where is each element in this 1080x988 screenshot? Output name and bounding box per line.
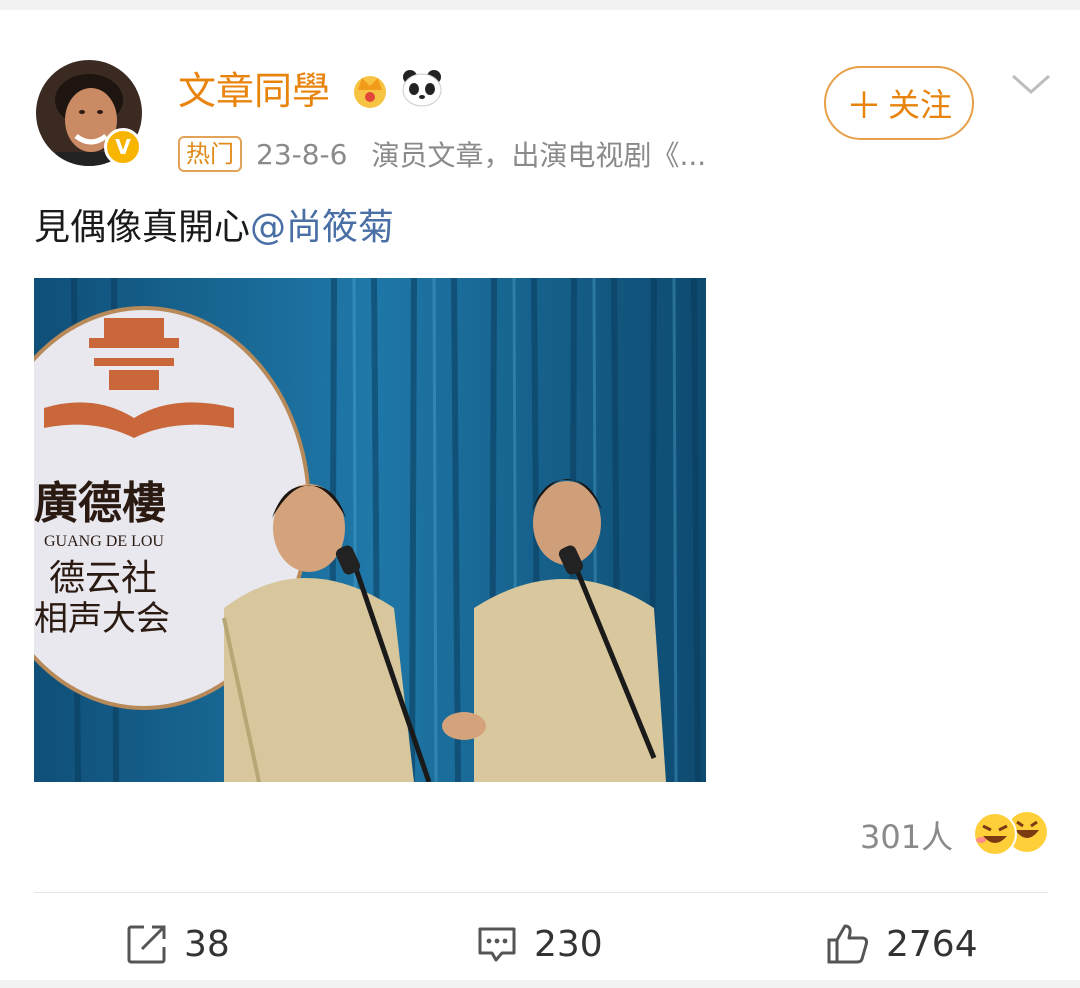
weibo-post-card: V 文章同學 热门 23-8-6 演员文章，出演电视剧《... ＋ 关注 見偶像…: [0, 10, 1080, 980]
comment-icon: [478, 927, 516, 962]
repost-button[interactable]: 38: [126, 916, 230, 972]
post-photo[interactable]: 廣德樓 GUANG DE LOU 德云社 相声大会: [34, 278, 706, 782]
comment-count: 230: [534, 923, 603, 965]
bottom-strip: [0, 980, 1080, 988]
follow-label: 关注: [888, 86, 953, 124]
panda-icon: [400, 68, 444, 112]
emoji-laugh-icon: [971, 808, 1053, 862]
sign-line-4: 相声大会: [34, 599, 170, 639]
hot-tag: 热门: [178, 136, 242, 172]
follow-button[interactable]: ＋ 关注: [824, 66, 974, 140]
like-icon: [827, 924, 869, 964]
sign-line-3: 德云社: [49, 558, 157, 599]
chevron-down-icon[interactable]: [1010, 70, 1052, 104]
divider: [34, 892, 1048, 893]
post-body: 見偶像真開心: [34, 207, 251, 248]
sign-line-1: 廣德樓: [34, 478, 166, 529]
repost-count: 38: [184, 923, 230, 965]
sign-line-2: GUANG DE LOU: [44, 533, 164, 550]
reaction-summary[interactable]: 301人: [860, 806, 1053, 864]
mention-link[interactable]: @尚筱菊: [250, 207, 394, 248]
comment-button[interactable]: 230: [476, 916, 603, 972]
crown-icon: [350, 70, 390, 114]
post-meta: 热门 23-8-6 演员文章，出演电视剧《...: [178, 134, 706, 174]
user-description: 演员文章，出演电视剧《...: [371, 139, 707, 172]
like-button[interactable]: 2764: [826, 916, 978, 972]
post-date: 23-8-6: [256, 137, 348, 171]
post-text: 見偶像真開心@尚筱菊: [34, 204, 394, 252]
plus-icon: ＋: [845, 86, 882, 127]
verified-badge: V: [104, 128, 142, 166]
share-icon: [127, 925, 166, 964]
username[interactable]: 文章同學: [178, 68, 330, 114]
reaction-count: 301人: [860, 818, 954, 856]
like-count: 2764: [886, 923, 978, 965]
